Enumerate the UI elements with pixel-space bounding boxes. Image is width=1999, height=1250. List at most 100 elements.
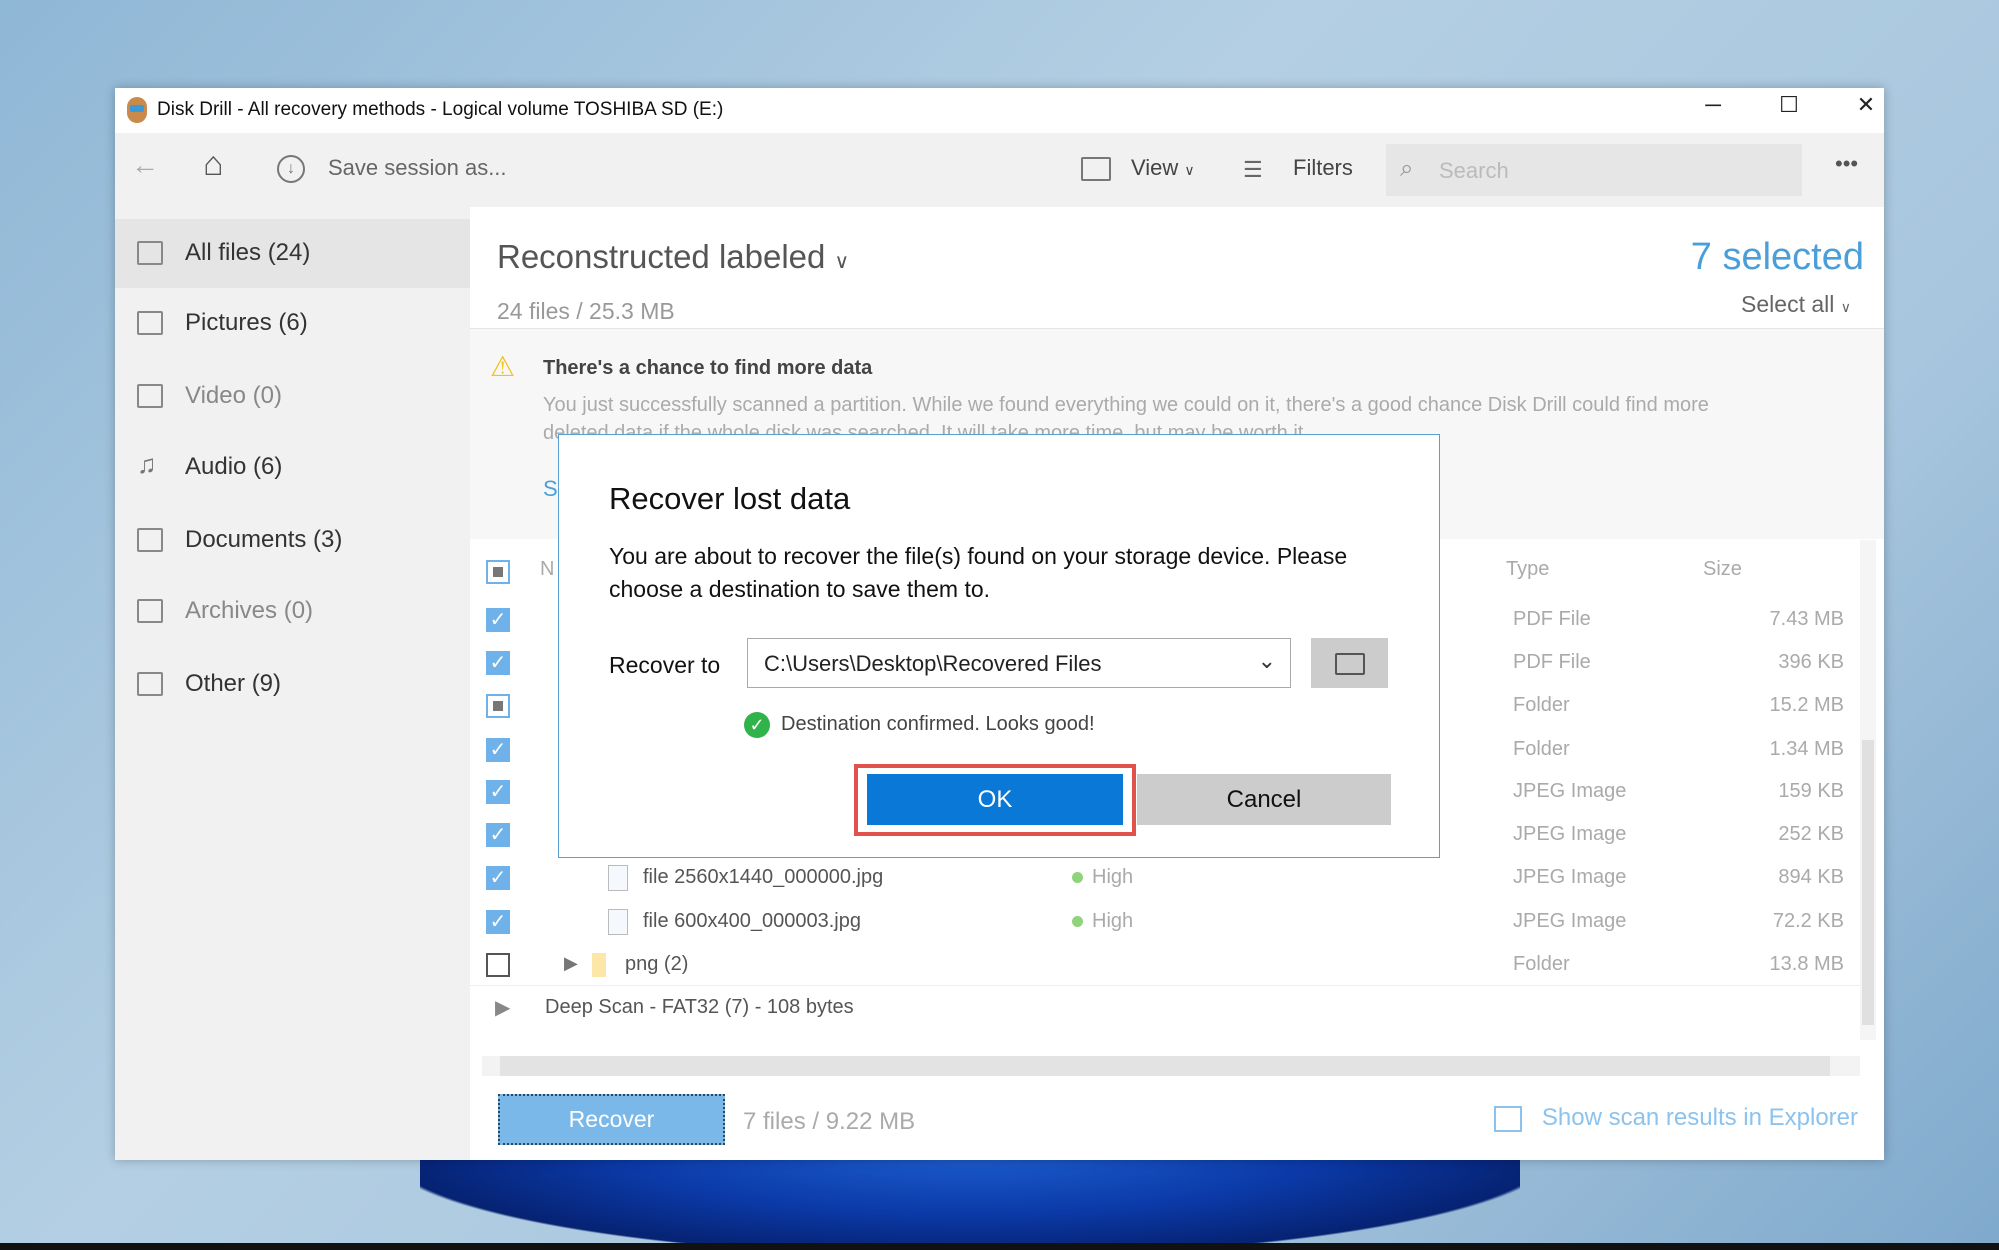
close-button[interactable]: ✕ [1846,92,1886,118]
row-checkbox[interactable]: ✓ [486,608,510,632]
row-checkbox[interactable]: ✓ [486,780,510,804]
sidebar: All files (24) Pictures (6) Video (0) ♫ A… [115,207,470,1160]
save-session-button[interactable]: Save session as... [328,155,507,181]
file-size: 72.2 KB [1772,910,1844,932]
dialog-body-line2: choose a destination to save them to. [609,576,991,602]
sidebar-item-other[interactable]: Other (9) [115,650,470,719]
file-size: 396 KB [1778,651,1844,673]
row-checkbox[interactable]: ✓ [486,651,510,675]
chevron-down-icon: ∨ [1184,162,1195,178]
expand-arrow-icon[interactable]: ▶ [564,953,578,974]
deep-scan-group[interactable]: Deep Scan - FAT32 (7) - 108 bytes [545,996,854,1019]
desktop-wallpaper-bloom [420,1150,1520,1250]
row-checkbox[interactable] [486,694,510,718]
window-title: Disk Drill - All recovery methods - Logi… [157,99,724,120]
home-icon[interactable]: ⌂ [203,145,224,184]
filters-icon: ☰ [1243,157,1263,182]
select-all-checkbox[interactable] [486,560,510,584]
picture-icon [137,311,163,335]
cancel-button[interactable]: Cancel [1137,774,1391,825]
search-icon: ⌕ [1400,155,1414,182]
row-checkbox[interactable] [486,953,510,977]
row-checkbox[interactable]: ✓ [486,866,510,890]
search-placeholder: Search [1439,158,1509,183]
image-file-icon [608,909,628,935]
taskbar-edge [0,1243,1999,1250]
sidebar-item-documents[interactable]: Documents (3) [115,506,470,575]
sidebar-item-archives[interactable]: Archives (0) [115,577,470,646]
show-in-explorer-link[interactable]: Show scan results in Explorer [1542,1104,1858,1132]
warning-body: You just successfully scanned a partitio… [543,394,1709,416]
file-name: file 2560x1440_000000.jpg [643,866,884,888]
title-bar: Disk Drill - All recovery methods - Logi… [115,88,1884,133]
recovery-chance: High [1092,910,1134,932]
scan-entire-disk-link[interactable]: S [543,476,558,502]
row-checkbox[interactable]: ✓ [486,738,510,762]
file-size: 15.2 MB [1769,694,1844,716]
recover-button[interactable]: Recover [498,1094,725,1145]
external-link-icon [1494,1106,1522,1132]
vertical-scrollbar[interactable] [1860,540,1876,1040]
column-header-name[interactable]: N [540,558,554,581]
file-type: JPEG Image [1513,866,1627,888]
more-options-button[interactable]: ••• [1835,151,1858,177]
select-all-label: Select all [1741,291,1835,317]
sidebar-item-all-files[interactable]: All files (24) [115,219,470,288]
view-menu[interactable]: View ∨ [1131,155,1195,181]
file-icon [137,241,163,265]
select-all-dropdown[interactable]: Select all ∨ [1741,291,1851,318]
browse-folder-button[interactable] [1311,638,1388,688]
row-checkbox[interactable]: ✓ [486,823,510,847]
sidebar-item-audio[interactable]: ♫ Audio (6) [115,433,470,502]
row-divider [470,985,1860,986]
file-type: Folder [1513,953,1570,975]
scrollbar-thumb[interactable] [500,1056,1830,1076]
back-arrow-icon[interactable]: ← [131,149,159,181]
sidebar-item-label: Archives (0) [185,597,314,624]
sidebar-item-label: Documents (3) [185,526,343,553]
expand-arrow-icon[interactable]: ▶ [495,995,510,1020]
row-checkbox[interactable]: ✓ [486,910,510,934]
app-icon [127,97,147,123]
sidebar-item-label: Video (0) [185,382,282,409]
dialog-title: Recover lost data [609,481,851,516]
maximize-button[interactable]: ☐ [1769,92,1809,118]
file-type: Folder [1513,694,1570,716]
column-header-size[interactable]: Size [1703,558,1742,581]
search-input[interactable]: ⌕ Search [1386,144,1802,196]
sidebar-item-label: Pictures (6) [185,309,308,336]
destination-status: Destination confirmed. Looks good! [781,713,1095,735]
minimize-button[interactable]: ─ [1693,92,1733,118]
recovery-chance-dot [1072,916,1083,927]
sidebar-item-pictures[interactable]: Pictures (6) [115,289,470,358]
chevron-down-icon: ∨ [834,251,850,273]
file-size: 894 KB [1778,866,1844,888]
success-check-icon: ✓ [744,712,770,738]
download-icon[interactable]: ↓ [277,155,305,183]
file-type: PDF File [1513,651,1591,673]
ok-button[interactable]: OK [867,774,1123,825]
sidebar-item-video[interactable]: Video (0) [115,362,470,431]
destination-path-dropdown[interactable]: C:\Users\Desktop\Recovered Files ⌄ [747,638,1291,688]
dialog-body: You are about to recover the file(s) fou… [609,543,1348,569]
horizontal-scrollbar[interactable] [482,1056,1860,1076]
file-name: png (2) [625,953,689,975]
file-type: Folder [1513,738,1570,760]
file-size: 252 KB [1778,823,1844,845]
file-type: JPEG Image [1513,823,1627,845]
file-name: file 600x400_000003.jpg [643,910,861,932]
scrollbar-thumb[interactable] [1862,740,1874,1025]
music-note-icon: ♫ [137,449,157,479]
file-type: PDF File [1513,608,1591,630]
video-icon [137,384,163,408]
warning-icon: ⚠ [490,351,516,382]
warning-title: There's a chance to find more data [543,357,873,379]
filters-button[interactable]: Filters [1293,155,1353,181]
files-summary: 24 files / 25.3 MB [497,298,675,324]
file-size: 13.8 MB [1769,953,1844,975]
view-title-dropdown[interactable]: Reconstructed labeled ∨ [497,238,849,276]
column-header-type[interactable]: Type [1506,558,1549,581]
other-file-icon [137,672,163,696]
sidebar-item-label: All files (24) [185,239,311,266]
view-label: View [1131,155,1179,180]
